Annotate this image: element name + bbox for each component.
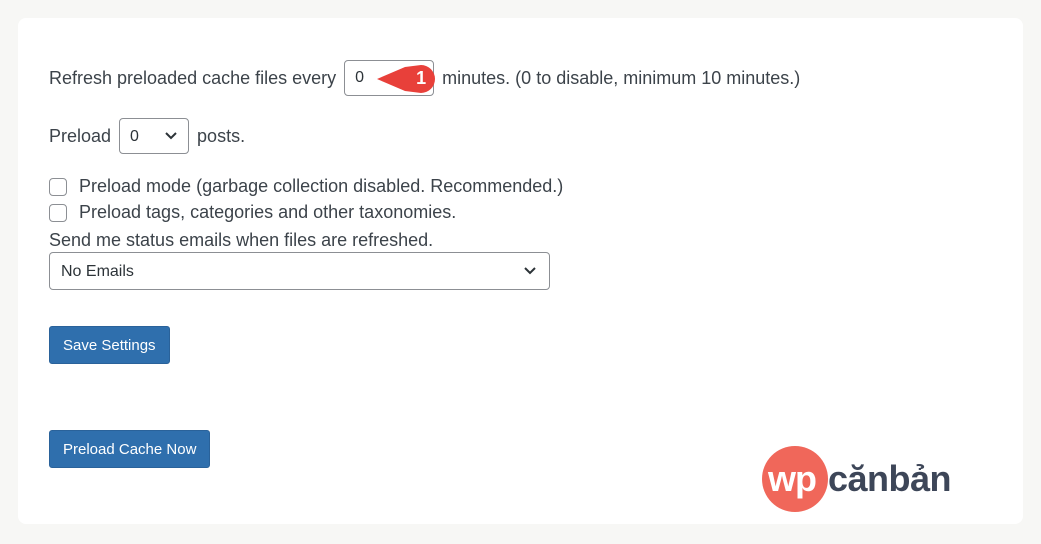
status-email-label: Send me status emails when files are ref… [49,230,434,250]
refresh-interval-prefix: Refresh preloaded cache files every [49,67,337,88]
preload-count-value: 0 [130,128,139,145]
refresh-interval-suffix: minutes. (0 to disable, minimum 10 minut… [442,67,801,88]
preload-taxonomies-option: Preload tags, categories and other taxon… [49,202,456,223]
preload-mode-checkbox[interactable] [49,177,67,196]
chevron-down-icon [165,132,177,140]
preload-count-row: Preload 0 posts. [49,117,245,155]
refresh-interval-row: Refresh preloaded cache files every 0 1 … [49,58,800,98]
chevron-down-icon [524,267,536,275]
preload-taxonomies-label: Preload tags, categories and other taxon… [79,202,457,222]
preload-count-prefix: Preload [49,125,112,146]
refresh-interval-input[interactable]: 0 1 [344,60,436,96]
callout-arrow-icon: 1 [375,61,439,97]
save-settings-button[interactable]: Save Settings [49,326,170,364]
settings-panel: Refresh preloaded cache files every 0 1 … [18,18,1023,524]
preload-mode-label: Preload mode (garbage collection disable… [79,176,564,196]
preload-taxonomies-checkbox[interactable] [49,203,67,222]
logo-canban-text: cănbản [828,458,952,499]
callout-number: 1 [416,68,427,88]
status-email-select[interactable]: No Emails [49,252,550,290]
preload-mode-option: Preload mode (garbage collection disable… [49,176,563,197]
preload-count-select[interactable]: 0 [119,118,190,154]
logo-wp-text: wp [768,458,817,499]
refresh-interval-value: 0 [355,69,365,86]
preload-count-suffix: posts. [197,125,246,146]
wpcanban-logo: wp cănbản [762,446,962,512]
status-email-value: No Emails [61,263,134,280]
preload-cache-now-button[interactable]: Preload Cache Now [49,430,211,468]
